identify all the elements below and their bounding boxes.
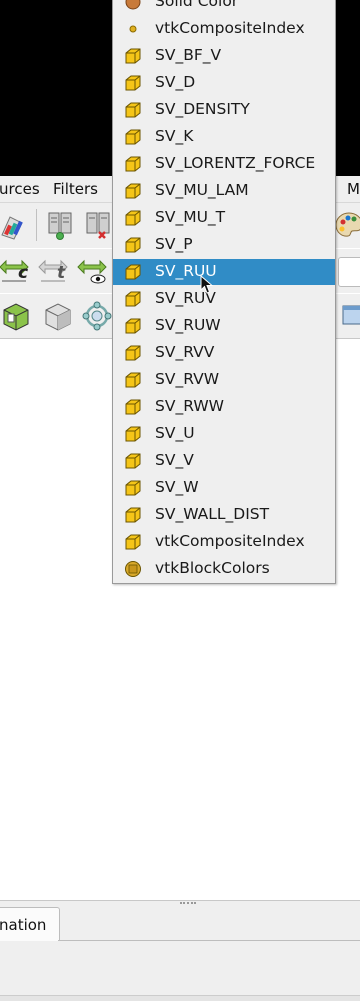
dropdown-item-label: vtkCompositeIndex	[155, 532, 305, 550]
dropdown-item-label: SV_K	[155, 127, 194, 145]
menu-filters[interactable]: Filters	[53, 180, 98, 198]
tab-information-label: nation	[0, 916, 47, 934]
dropdown-item-label: Solid Color	[155, 0, 239, 10]
color-by-dropdown-list[interactable]: Solid Color vtkCompositeIndex SV_BF_V SV_D S…	[112, 0, 336, 584]
dropdown-item-label: SV_D	[155, 73, 196, 91]
dropdown-item[interactable]: SV_V	[113, 448, 335, 474]
dropdown-item[interactable]: SV_D	[113, 70, 335, 96]
dropdown-item[interactable]: Solid Color	[113, 0, 335, 15]
dock-splitter[interactable]	[180, 902, 196, 906]
dropdown-item[interactable]: SV_RVV	[113, 340, 335, 366]
dropdown-item-label: SV_MU_T	[155, 208, 226, 226]
view-time-icon[interactable]	[76, 255, 108, 287]
dropdown-item[interactable]: vtkCompositeIndex	[113, 529, 335, 555]
dropdown-item-label: SV_BF_V	[155, 46, 222, 64]
cube-view-icon[interactable]	[42, 300, 74, 332]
dropdown-item[interactable]: SV_RWW	[113, 394, 335, 420]
cell-data-icon	[124, 47, 142, 65]
cell-data-icon	[124, 479, 142, 497]
cell-data-icon	[124, 74, 142, 92]
tab-baseline	[58, 940, 360, 941]
color-palette-icon[interactable]	[333, 209, 360, 241]
dropdown-item[interactable]: SV_U	[113, 421, 335, 447]
cell-data-icon	[124, 344, 142, 362]
mouse-cursor-icon	[200, 275, 214, 294]
dropdown-item[interactable]: SV_RUU	[113, 259, 335, 285]
cell-data-icon	[124, 236, 142, 254]
connect-server-icon[interactable]	[45, 209, 77, 241]
dropdown-item[interactable]: SV_P	[113, 232, 335, 258]
cell-data-icon	[124, 155, 142, 173]
dropdown-item-label: SV_U	[155, 424, 195, 442]
cell-data-icon	[124, 101, 142, 119]
dropdown-item[interactable]: SV_WALL_DIST	[113, 502, 335, 528]
reset-camera-icon[interactable]	[0, 300, 32, 332]
status-strip	[0, 995, 360, 1001]
cell-data-icon	[124, 452, 142, 470]
window-layout-icon[interactable]	[340, 300, 360, 332]
time-field[interactable]	[338, 257, 360, 287]
dropdown-item[interactable]: SV_DENSITY	[113, 97, 335, 123]
dropdown-item[interactable]: SV_MU_LAM	[113, 178, 335, 204]
dropdown-item-label: SV_RUW	[155, 316, 221, 334]
dropdown-item-label: SV_WALL_DIST	[155, 505, 270, 523]
dropdown-item[interactable]: SV_BF_V	[113, 43, 335, 69]
dropdown-item[interactable]: SV_RVW	[113, 367, 335, 393]
field-data-icon	[124, 560, 142, 578]
dropdown-item-label: SV_RWW	[155, 397, 224, 415]
dropdown-item-label: SV_RVW	[155, 370, 220, 388]
cell-data-icon	[124, 209, 142, 227]
dropdown-item[interactable]: vtkCompositeIndex	[113, 16, 335, 42]
dropdown-item[interactable]: SV_RUW	[113, 313, 335, 339]
interaction-icon[interactable]	[81, 300, 113, 332]
dropdown-item-label: SV_LORENTZ_FORCE	[155, 154, 316, 172]
dropdown-item[interactable]: SV_RUV	[113, 286, 335, 312]
solid-color-icon	[124, 0, 142, 11]
cell-data-icon	[124, 317, 142, 335]
dropdown-item[interactable]: SV_K	[113, 124, 335, 150]
toolbar-separator	[36, 209, 37, 241]
dropdown-item[interactable]: vtkBlockColors	[113, 556, 335, 582]
cell-data-icon	[124, 371, 142, 389]
dropdown-item-label: SV_W	[155, 478, 199, 496]
calculator-icon[interactable]	[0, 209, 28, 241]
cell-data-icon	[124, 398, 142, 416]
dropdown-item[interactable]: SV_LORENTZ_FORCE	[113, 151, 335, 177]
cell-data-icon	[124, 425, 142, 443]
dropdown-item-label: vtkCompositeIndex	[155, 19, 305, 37]
cell-data-icon	[124, 128, 142, 146]
menu-macros[interactable]: M	[347, 180, 360, 198]
dropdown-item-label: SV_DENSITY	[155, 100, 250, 118]
dropdown-item-label: SV_MU_LAM	[155, 181, 249, 199]
cell-data-icon	[124, 533, 142, 551]
dropdown-item[interactable]: SV_W	[113, 475, 335, 501]
cell-data-icon	[124, 290, 142, 308]
dropdown-item-label: vtkBlockColors	[155, 559, 270, 577]
time-t-glyph: t	[57, 263, 66, 283]
dropdown-item-label: SV_P	[155, 235, 193, 253]
menu-sources[interactable]: urces	[0, 180, 40, 198]
point-data-icon	[124, 20, 142, 38]
cell-data-icon	[124, 506, 142, 524]
dropdown-item-label: SV_V	[155, 451, 194, 469]
dropdown-item-label: SV_RVV	[155, 343, 215, 361]
disconnect-server-icon[interactable]	[83, 209, 115, 241]
cell-data-icon	[124, 182, 142, 200]
dropdown-item[interactable]: SV_MU_T	[113, 205, 335, 231]
time-c-glyph: c	[18, 263, 29, 283]
tab-information[interactable]: nation	[0, 907, 60, 941]
cell-data-icon	[124, 263, 142, 281]
